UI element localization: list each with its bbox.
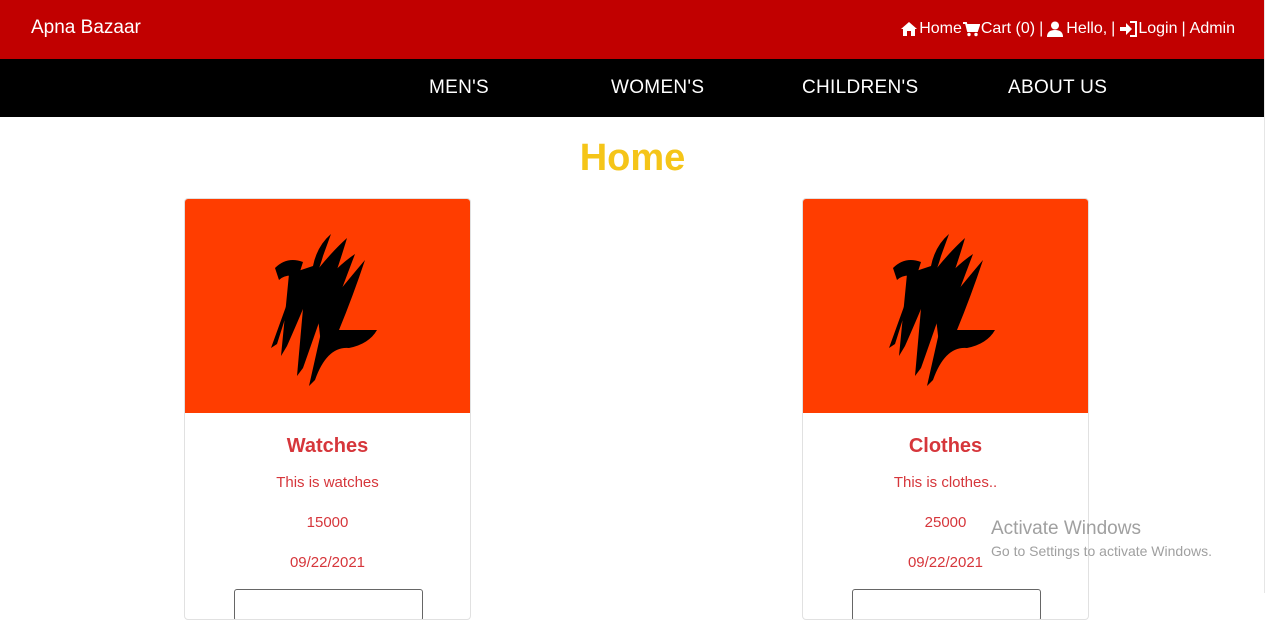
user-greeting[interactable]: Hello, xyxy=(1047,20,1107,38)
product-description: This is watches xyxy=(276,474,379,491)
brand-logo-text[interactable]: Apna Bazaar xyxy=(31,17,141,39)
nav-separator: | xyxy=(1111,20,1116,37)
nav-separator: | xyxy=(1039,20,1044,37)
product-name: Watches xyxy=(286,435,369,457)
product-card[interactable]: Watches This is watches 15000 09/22/2021 xyxy=(184,198,471,620)
user-icon xyxy=(1047,21,1064,37)
page-title: Home xyxy=(579,137,686,179)
cart-link-label: Cart (0) xyxy=(980,20,1036,37)
menu-item-womens[interactable]: WOMEN'S xyxy=(611,77,704,99)
product-date: 09/22/2021 xyxy=(289,554,366,571)
admin-link[interactable]: Admin xyxy=(1190,20,1235,38)
home-icon xyxy=(901,22,918,36)
product-description: This is clothes.. xyxy=(893,474,998,491)
login-link[interactable]: Login xyxy=(1119,20,1177,38)
login-icon xyxy=(1120,21,1138,37)
product-image[interactable] xyxy=(803,199,1088,413)
login-link-label: Login xyxy=(1138,20,1178,37)
claw-logo-icon xyxy=(889,234,995,386)
claw-logo-icon xyxy=(271,234,377,386)
menu-item-childrens[interactable]: CHILDREN'S xyxy=(802,77,918,99)
product-name: Clothes xyxy=(908,435,983,457)
nav-separator: | xyxy=(1181,20,1186,37)
category-menu-bar: MEN'S WOMEN'S CHILDREN'S ABOUT US xyxy=(0,59,1265,117)
top-nav: Home Cart (0) | Hello, | Login | Admin xyxy=(900,20,1235,38)
product-action-button[interactable] xyxy=(234,589,423,619)
windows-activation-watermark: Activate Windows Go to Settings to activ… xyxy=(991,518,1212,559)
product-price: 15000 xyxy=(306,514,349,531)
home-link-label: Home xyxy=(919,20,962,37)
scrollbar[interactable] xyxy=(1264,0,1269,593)
watermark-subtitle: Go to Settings to activate Windows. xyxy=(991,543,1212,559)
cart-icon xyxy=(962,22,980,37)
product-image[interactable] xyxy=(185,199,470,413)
top-header: Apna Bazaar Home Cart (0) | Hello, | Log… xyxy=(0,0,1265,59)
cart-link[interactable]: Cart (0) xyxy=(962,20,1035,38)
home-link[interactable]: Home xyxy=(900,20,962,38)
product-action-button[interactable] xyxy=(852,589,1041,619)
user-greeting-label: Hello, xyxy=(1066,20,1108,37)
menu-item-about-us[interactable]: ABOUT US xyxy=(1008,77,1107,99)
menu-item-mens[interactable]: MEN'S xyxy=(429,77,489,99)
watermark-title: Activate Windows xyxy=(991,518,1141,539)
